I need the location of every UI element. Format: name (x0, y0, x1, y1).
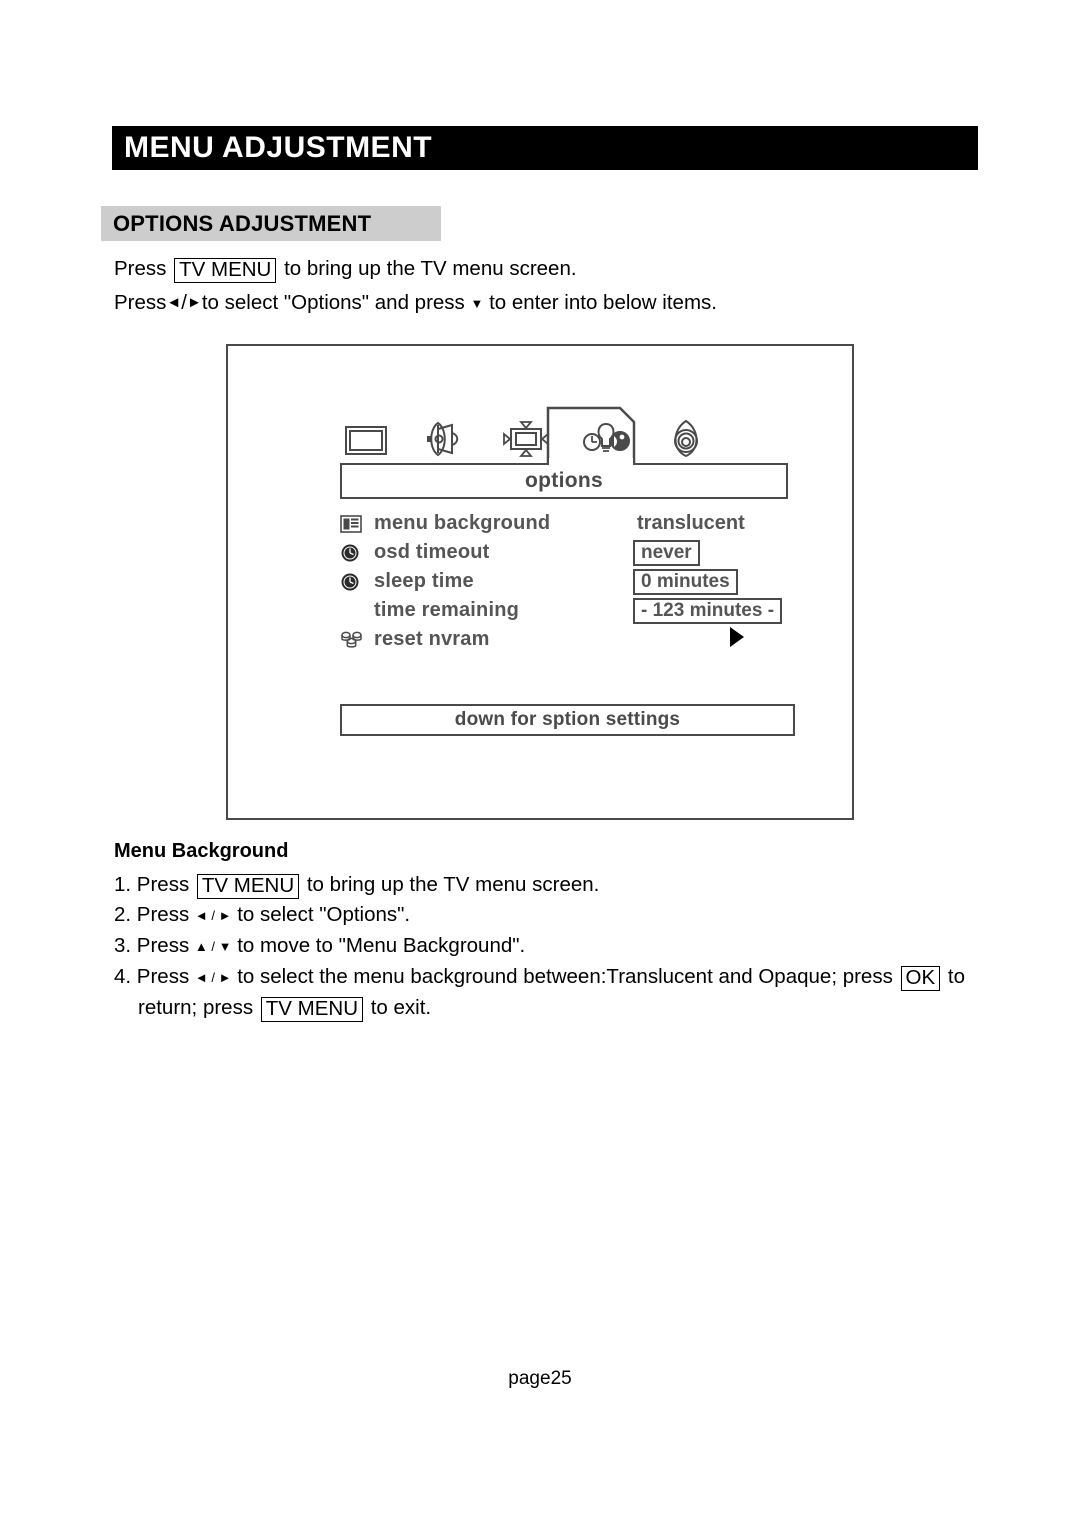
page-title: MENU ADJUSTMENT (124, 131, 433, 164)
down-arrow-icon: ▼ (470, 296, 484, 311)
osd-tab-audio[interactable] (418, 416, 474, 462)
osd-bottom-hint-label: down for sption settings (454, 709, 681, 730)
intro-line-1-suffix: to bring up the TV menu screen. (284, 257, 577, 280)
no-icon (340, 600, 374, 622)
instruction-step-4: 4. Press ◄ / ► to select the menu backgr… (114, 962, 984, 993)
osd-value-time-remaining: - 123 minutes - (633, 597, 783, 624)
intro-line-1: Press TV MENU to bring up the TV menu sc… (114, 252, 974, 286)
osd-value-osd-timeout-wrap: never (633, 538, 833, 567)
step-1-prefix: 1. Press (114, 873, 190, 896)
osd-tab-setup[interactable] (658, 416, 714, 462)
step-2-prefix: 2. Press (114, 903, 190, 926)
osd-reset-nvram-arrow-wrap (633, 625, 833, 654)
options-icon (578, 416, 634, 462)
instructions-subheading: Menu Background (114, 840, 289, 862)
step-4-prefix: 4. Press (114, 965, 190, 988)
osd-title-bar: options (340, 463, 788, 499)
play-arrow-icon[interactable] (727, 625, 747, 654)
nvram-icon (340, 629, 374, 651)
page-title-bar: MENU ADJUSTMENT (112, 126, 978, 170)
intro-line-2: Press◄/►to select "Options" and press ▼ … (114, 286, 974, 321)
step-3-suffix: to move to "Menu Background". (237, 934, 526, 957)
tv-menu-keycap: TV MENU (174, 258, 277, 283)
osd-bottom-hint-bar: down for sption settings (340, 704, 795, 736)
osd-tab-position[interactable] (498, 416, 554, 462)
osd-value-column: translucent never 0 minutes - 123 minute… (633, 509, 833, 654)
step-4-line2-suffix: to exit. (370, 996, 432, 1019)
step-1-suffix: to bring up the TV menu screen. (306, 873, 600, 896)
screen-icon (338, 416, 394, 462)
tv-menu-keycap: TV MENU (196, 874, 300, 899)
instruction-step-2: 2. Press ◄ / ► to select "Options". (114, 900, 984, 931)
instruction-step-3: 3. Press ▲ / ▼ to move to "Menu Backgrou… (114, 931, 984, 962)
up-down-arrow-icon: ▲ / ▼ (194, 939, 232, 954)
osd-screenshot-frame: options menu background osd timeout slee… (226, 344, 854, 820)
step-2-suffix: to select "Options". (237, 903, 411, 926)
position-icon (498, 416, 554, 462)
section-banner-label: OPTIONS ADJUSTMENT (113, 210, 372, 236)
osd-tab-join-mask (549, 458, 633, 468)
step-4-line2-prefix: return; press (138, 996, 254, 1019)
intro-paragraph: Press TV MENU to bring up the TV menu sc… (114, 252, 974, 321)
osd-tab-options[interactable] (578, 416, 634, 462)
osd-value-sleep-time-wrap: 0 minutes (633, 567, 833, 596)
left-right-arrow-icon: ◄ / ► (194, 908, 232, 923)
left-arrow-icon: ◄ (166, 294, 182, 311)
intro-line-2-suffix: to enter into below items. (489, 291, 717, 314)
speaker-icon (418, 416, 474, 462)
ok-keycap: OK (900, 966, 941, 991)
spiral-icon (658, 416, 714, 462)
instruction-step-1: 1. Press TV MENU to bring up the TV menu… (114, 870, 984, 900)
clock-icon (340, 542, 374, 564)
page-number: page25 (508, 1368, 572, 1389)
instruction-step-4-line-2: return; press TV MENU to exit. (114, 993, 984, 1023)
osd-value-sleep-time[interactable]: 0 minutes (633, 568, 738, 595)
osd-title-label: options (525, 469, 603, 492)
right-arrow-icon: ► (186, 294, 202, 311)
intro-line-2-mid: to select "Options" and press (201, 291, 465, 314)
list-icon (340, 513, 374, 535)
osd-value-time-remaining-wrap: - 123 minutes - (633, 596, 833, 625)
tv-menu-keycap: TV MENU (260, 997, 364, 1022)
osd-value-menu-background: translucent (637, 512, 745, 534)
step-3-prefix: 3. Press (114, 934, 190, 957)
osd-row-label: reset nvram (374, 628, 490, 650)
clock-icon (340, 571, 374, 593)
section-banner: OPTIONS ADJUSTMENT (101, 206, 441, 241)
osd-row-label: menu background (374, 512, 551, 534)
osd-row-label: osd timeout (374, 541, 490, 563)
osd-row-label: sleep time (374, 570, 474, 592)
intro-line-1-prefix: Press (114, 257, 167, 280)
osd-value-osd-timeout[interactable]: never (633, 539, 700, 566)
intro-line-2-prefix: Press (114, 291, 167, 314)
osd-row-label: time remaining (374, 599, 520, 621)
step-4-middle: to select the menu background between:Tr… (237, 965, 893, 988)
instructions-step-list: 1. Press TV MENU to bring up the TV menu… (114, 870, 984, 1023)
osd-tab-picture[interactable] (338, 416, 394, 462)
step-4-tail: to (947, 965, 965, 988)
left-right-arrow-icon: ◄ / ► (194, 970, 232, 985)
